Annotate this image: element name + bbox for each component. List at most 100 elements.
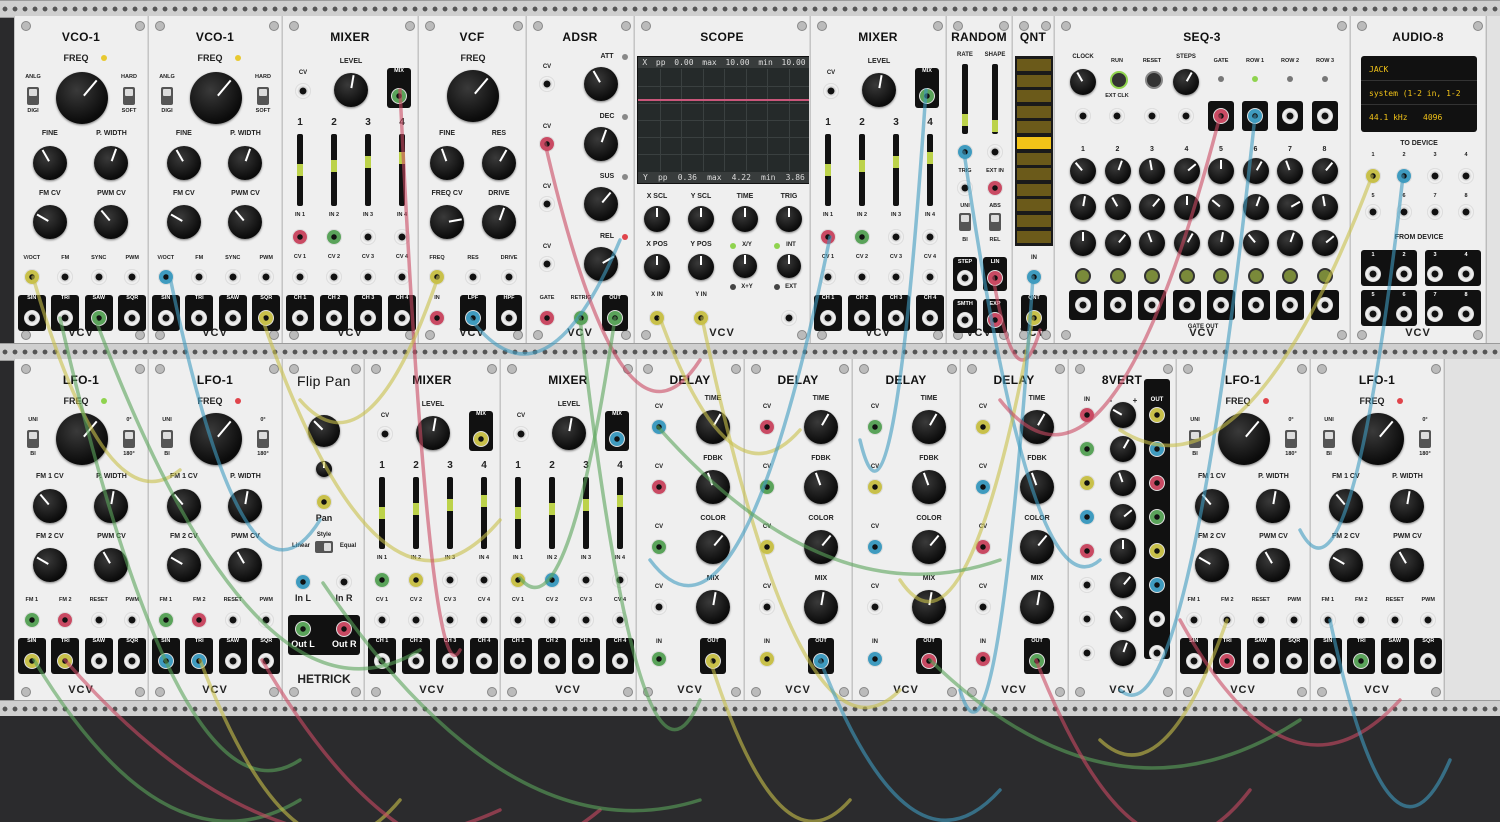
vert-output-jack-6[interactable] <box>1149 577 1165 593</box>
resonance-knob[interactable] <box>481 146 516 180</box>
from-device-jack-8[interactable] <box>1458 306 1474 322</box>
clock-knob[interactable] <box>1070 69 1096 95</box>
reset-button[interactable] <box>1145 71 1163 89</box>
from-device-jack-2[interactable] <box>1396 266 1412 282</box>
channel-output-jack-1[interactable] <box>510 653 526 669</box>
pwm-cv-knob[interactable] <box>228 205 263 239</box>
fdbk-knob[interactable] <box>696 470 730 504</box>
row3-step-1-knob[interactable] <box>1070 230 1096 256</box>
shape-slider[interactable] <box>992 64 998 134</box>
row2-output-jack[interactable] <box>1282 108 1298 124</box>
channel-output-jack-1[interactable] <box>374 653 390 669</box>
seq-input-jack-1[interactable] <box>1109 108 1125 124</box>
cv-jack-color[interactable] <box>759 539 775 555</box>
pan-knob[interactable] <box>308 415 340 447</box>
cv-jack-2[interactable] <box>408 612 424 628</box>
seq-input-jack-3[interactable] <box>1178 108 1194 124</box>
vert-gain-knob-8[interactable] <box>1110 640 1136 666</box>
row3-step-4-knob[interactable] <box>1173 230 1200 256</box>
cv-jack-sus[interactable] <box>539 196 555 212</box>
gate-output-jack-2[interactable] <box>1109 297 1126 313</box>
time-knob[interactable] <box>804 410 838 444</box>
to-device-jack-7[interactable] <box>1427 204 1443 220</box>
fine-knob[interactable] <box>32 146 67 180</box>
row2-step-4-knob[interactable] <box>1173 194 1200 220</box>
sample-rate[interactable]: 44.1 kHz <box>1369 113 1408 122</box>
block-size[interactable]: 4096 <box>1423 113 1442 122</box>
analog-digital-switch[interactable] <box>161 87 173 105</box>
input-jack-1[interactable] <box>374 572 390 588</box>
fm2-cv-knob[interactable] <box>1194 548 1229 582</box>
vert-input-jack-6[interactable] <box>1079 577 1095 593</box>
fm2-cv-knob[interactable] <box>32 548 67 582</box>
pwm-cv-knob[interactable] <box>1390 548 1425 582</box>
pulse-width-knob[interactable] <box>228 489 263 523</box>
mix-output-jack[interactable] <box>473 431 489 447</box>
cv-jack-mix[interactable] <box>975 599 991 615</box>
fm-cv-knob[interactable] <box>166 205 201 239</box>
input-jack-4[interactable] <box>612 572 628 588</box>
input-jack-4[interactable] <box>476 572 492 588</box>
input-jack-voct[interactable] <box>157 269 174 285</box>
xscl-knob[interactable] <box>644 206 670 232</box>
mix-output-jack[interactable] <box>919 88 935 104</box>
fine-knob[interactable] <box>430 146 465 180</box>
from-device-jack-7[interactable] <box>1427 306 1443 322</box>
fm1-cv-knob[interactable] <box>1328 489 1363 523</box>
gate-output-jack-7[interactable] <box>1282 297 1298 313</box>
cv-jack-time[interactable] <box>975 419 991 435</box>
cv-jack-1[interactable] <box>820 269 836 285</box>
cv-jack-1[interactable] <box>292 269 308 285</box>
gate-button-8[interactable] <box>1316 268 1333 284</box>
channel-3-fader[interactable] <box>583 477 589 549</box>
mixer-cv-jack[interactable] <box>295 83 311 99</box>
channel-1-fader[interactable] <box>515 477 521 549</box>
mixer-level-knob[interactable] <box>552 416 586 450</box>
vert-output-jack-4[interactable] <box>1149 509 1165 525</box>
output-jack-saw[interactable] <box>90 310 107 326</box>
vert-input-jack-8[interactable] <box>1079 645 1095 661</box>
shape-cv-jack[interactable] <box>987 144 1003 160</box>
gate-output-jack[interactable] <box>1213 108 1229 124</box>
row3-step-2-knob[interactable] <box>1104 230 1131 256</box>
input-jack-fm2[interactable] <box>1219 612 1236 628</box>
cv-jack-4[interactable] <box>394 269 410 285</box>
input-jack-1[interactable] <box>292 229 308 245</box>
row1-step-5-knob[interactable] <box>1208 158 1234 184</box>
row1-step-7-knob[interactable] <box>1277 158 1303 184</box>
from-device-jack-5[interactable] <box>1365 306 1381 322</box>
vert-gain-knob-5[interactable] <box>1110 538 1136 564</box>
delay-input-jack[interactable] <box>975 651 991 667</box>
phase-switch[interactable] <box>1285 430 1297 448</box>
cv-jack-fdbk[interactable] <box>867 479 883 495</box>
output-jack-saw[interactable] <box>90 653 107 669</box>
input-jack-pwm[interactable] <box>124 269 141 285</box>
vert-gain-knob-6[interactable] <box>1110 572 1136 598</box>
to-device-jack-1[interactable] <box>1365 168 1381 184</box>
input-jack-1[interactable] <box>820 229 836 245</box>
gate-input-jack[interactable] <box>539 310 555 326</box>
input-jack-fm2[interactable] <box>191 612 208 628</box>
mixer-cv-jack[interactable] <box>513 426 529 442</box>
cv-jack-drive[interactable] <box>501 269 517 285</box>
color-knob[interactable] <box>804 530 838 564</box>
mix-knob[interactable] <box>912 590 946 624</box>
uni-bi-switch[interactable] <box>27 430 39 448</box>
input-jack-fm1[interactable] <box>1319 612 1336 628</box>
fine-knob[interactable] <box>166 146 201 180</box>
channel-output-jack-2[interactable] <box>326 310 342 326</box>
cv-jack-2[interactable] <box>544 612 560 628</box>
mix-knob[interactable] <box>696 590 730 624</box>
rel-knob[interactable] <box>584 247 618 281</box>
cv-jack-time[interactable] <box>867 419 883 435</box>
delay-input-jack[interactable] <box>759 651 775 667</box>
to-device-jack-4[interactable] <box>1458 168 1474 184</box>
channel-2-fader[interactable] <box>331 134 337 206</box>
row1-step-2-knob[interactable] <box>1104 158 1131 184</box>
from-device-jack-3[interactable] <box>1427 266 1443 282</box>
row1-step-8-knob[interactable] <box>1311 158 1338 184</box>
cv-jack-4[interactable] <box>612 612 628 628</box>
output-jack-sin[interactable] <box>157 310 174 326</box>
vert-input-jack-7[interactable] <box>1079 611 1095 627</box>
gate-button-5[interactable] <box>1213 268 1229 284</box>
